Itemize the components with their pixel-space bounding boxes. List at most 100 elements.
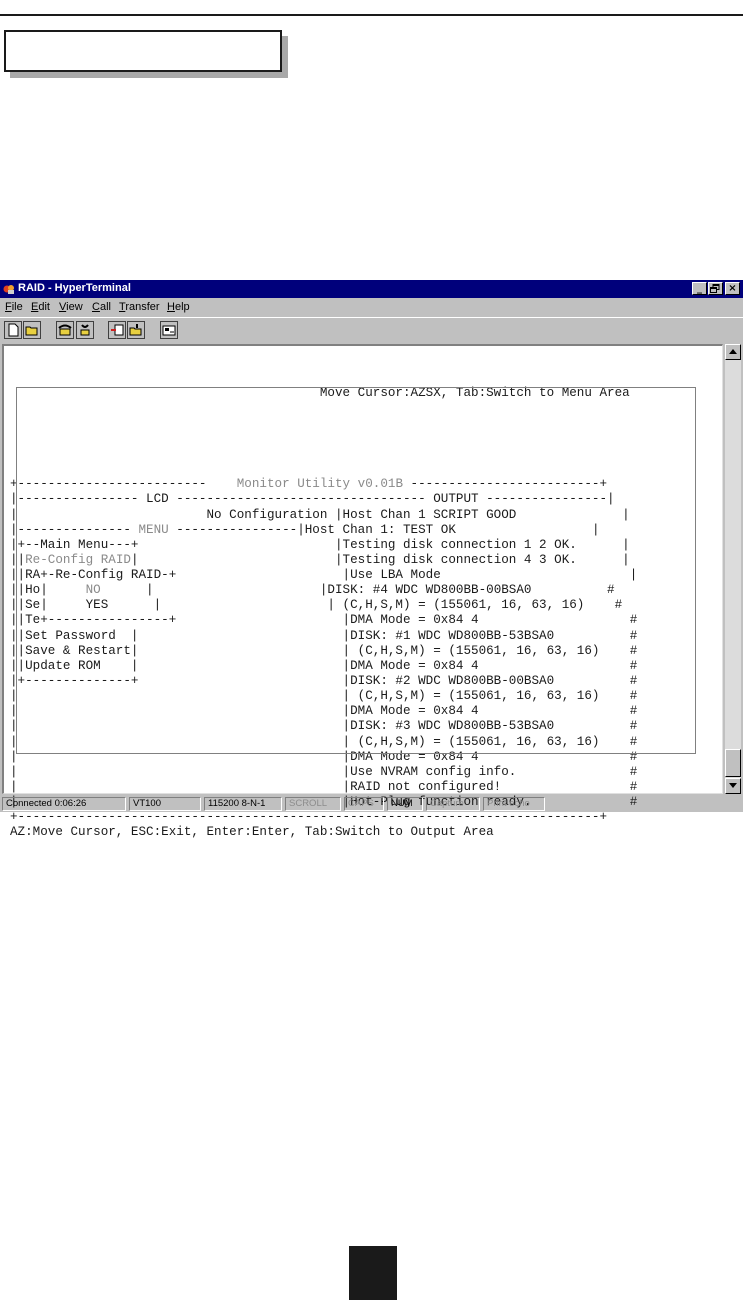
- properties-icon: [162, 325, 176, 336]
- terminal-text: | |DMA Mode = 0x84 4 #: [10, 704, 638, 719]
- menu-bar: File Edit View Call Transfer Help: [0, 299, 743, 316]
- connect-button[interactable]: [56, 321, 74, 339]
- properties-button[interactable]: [160, 321, 178, 339]
- terminal-text: +---------------------------------------…: [10, 810, 608, 825]
- toolbar: [0, 317, 743, 343]
- terminal-line: | |Use NVRAM config info. #: [10, 765, 637, 780]
- terminal-text: |+--Main Menu---+ |Testing disk connecti…: [10, 537, 630, 552]
- terminal-line: AZ:Move Cursor, ESC:Exit, Enter:Enter, T…: [10, 825, 637, 840]
- terminal-line: | |DMA Mode = 0x84 4 #: [10, 704, 637, 719]
- terminal-line: +---------------------------------------…: [10, 810, 637, 825]
- terminal-line: ||Te+----------------+ |DMA Mode = 0x84 …: [10, 613, 637, 628]
- terminal-line: ||Ho| NO | |DISK: #4 WDC WD800BB-00BSA0 …: [10, 583, 637, 598]
- scroll-thumb[interactable]: [725, 749, 741, 777]
- status-port-settings: 115200 8-N-1: [204, 797, 282, 811]
- close-button[interactable]: ×: [725, 282, 740, 295]
- terminal-line: | | (C,H,S,M) = (155061, 16, 63, 16) #: [10, 689, 637, 704]
- send-button[interactable]: [108, 321, 126, 339]
- status-print-echo: Print echo: [483, 797, 545, 811]
- menu-help[interactable]: Help: [167, 301, 190, 313]
- terminal-line: | No Configuration |Host Chan 1 SCRIPT G…: [10, 508, 637, 523]
- new-button[interactable]: [4, 321, 22, 339]
- status-caps: CAPS: [344, 797, 384, 811]
- new-icon: [8, 323, 19, 337]
- terminal-line: | |DMA Mode = 0x84 4 #: [10, 750, 637, 765]
- arrow-up-icon: [729, 349, 737, 354]
- terminal-line: ||Se| YES | | (C,H,S,M) = (155061, 16, 6…: [10, 598, 637, 613]
- terminal-text: ----------------|Host Chan 1: TEST OK |: [168, 522, 600, 537]
- window-title: RAID - HyperTerminal: [18, 282, 131, 294]
- terminal-text: | |Testing disk connection 4 3 OK. |: [130, 552, 630, 567]
- terminal-line: +------------------------- Monitor Utili…: [10, 477, 637, 492]
- page-number-tab: [349, 1246, 397, 1300]
- terminal-line: |--------------- MENU ----------------|H…: [10, 523, 637, 538]
- terminal-line: ||Update ROM | |DMA Mode = 0x84 4 #: [10, 659, 637, 674]
- restore-icon: [710, 284, 720, 293]
- status-scroll: SCROLL: [285, 797, 341, 811]
- terminal-line: ||Save & Restart| | (C,H,S,M) = (155061,…: [10, 644, 637, 659]
- terminal-line: | |RAID not configured! #: [10, 780, 637, 795]
- arrow-down-icon: [729, 783, 737, 788]
- terminal-text: |---------------- LCD ------------------…: [10, 492, 615, 507]
- terminal-text: | |DISK: #4 WDC WD800BB-00BSA0 #: [100, 583, 615, 598]
- terminal-text: +-------------------------: [10, 477, 237, 492]
- terminal-text: ||Save & Restart| | (C,H,S,M) = (155061,…: [10, 643, 638, 658]
- terminal-text: ||: [10, 552, 26, 567]
- terminal-line: ||RA+-Re-Config RAID-+ |Use LBA Mode |: [10, 568, 637, 583]
- connect-icon: [58, 324, 72, 336]
- terminal-dim-text: MENU: [138, 522, 169, 537]
- send-icon: [111, 324, 124, 336]
- terminal-dim-text: Re-Config RAID: [25, 552, 131, 567]
- open-icon: [25, 326, 38, 336]
- terminal-text: |---------------: [10, 522, 139, 537]
- scroll-up-button[interactable]: [725, 344, 741, 360]
- status-bar: Connected 0:06:26 VT100 115200 8-N-1 SCR…: [0, 796, 743, 812]
- terminal-area[interactable]: Move Cursor:AZSX, Tab:Switch to Menu Are…: [2, 344, 723, 839]
- terminal-text: | |DISK: #3 WDC WD800BB-53BSA0 #: [10, 719, 638, 734]
- terminal-screen: Move Cursor:AZSX, Tab:Switch to Menu Are…: [10, 356, 637, 871]
- terminal-text: |+--------------+ |DISK: #2 WDC WD800BB-…: [10, 674, 638, 689]
- disconnect-button[interactable]: [76, 321, 94, 339]
- hyperterminal-window: RAID - HyperTerminal _ × File Edit View …: [0, 280, 743, 839]
- terminal-text: | |RAID not configured! #: [10, 780, 638, 795]
- menu-call[interactable]: Call: [92, 301, 111, 313]
- receive-button[interactable]: [127, 321, 145, 339]
- terminal-hint-top: Move Cursor:AZSX, Tab:Switch to Menu Are…: [10, 386, 630, 401]
- menu-file[interactable]: File: [5, 301, 23, 313]
- section-label-box: [4, 30, 282, 72]
- status-capture: Capture: [426, 797, 480, 811]
- terminal-text: ||Ho|: [10, 583, 86, 598]
- terminal-text: AZ:Move Cursor, ESC:Exit, Enter:Enter, T…: [10, 825, 494, 840]
- restore-button[interactable]: [708, 282, 723, 295]
- terminal-text: | | (C,H,S,M) = (155061, 16, 63, 16) #: [10, 734, 638, 749]
- status-connected-time: Connected 0:06:26: [2, 797, 126, 811]
- terminal-text: -------------------------+: [403, 477, 608, 492]
- open-button[interactable]: [23, 321, 41, 339]
- terminal-text: ||Update ROM | |DMA Mode = 0x84 4 #: [10, 658, 638, 673]
- terminal-text: ||Te+----------------+ |DMA Mode = 0x84 …: [10, 613, 638, 628]
- terminal-dim-text: Monitor Utility v0.01B: [236, 477, 403, 492]
- terminal-text: | No Configuration |Host Chan 1 SCRIPT G…: [10, 507, 630, 522]
- title-bar[interactable]: RAID - HyperTerminal _ ×: [0, 280, 743, 298]
- terminal-line: | | (C,H,S,M) = (155061, 16, 63, 16) #: [10, 735, 637, 750]
- minimize-button[interactable]: _: [692, 282, 707, 295]
- terminal-line: ||Re-Config RAID| |Testing disk connecti…: [10, 553, 637, 568]
- disconnect-icon: [80, 324, 90, 336]
- terminal-text: ||Set Password | |DISK: #1 WDC WD800BB-5…: [10, 628, 638, 643]
- receive-icon: [129, 324, 142, 336]
- scroll-down-button[interactable]: [725, 778, 741, 794]
- terminal-text: ||RA+-Re-Config RAID-+ |Use LBA Mode |: [10, 568, 638, 583]
- terminal-text: | | (C,H,S,M) = (155061, 16, 63, 16) #: [10, 689, 638, 704]
- vertical-scrollbar[interactable]: [725, 344, 741, 794]
- terminal-rows: +------------------------- Monitor Utili…: [10, 477, 637, 840]
- menu-view[interactable]: View: [59, 301, 83, 313]
- hyperterminal-app-icon: [3, 285, 14, 294]
- terminal-text: | |DMA Mode = 0x84 4 #: [10, 749, 638, 764]
- menu-transfer[interactable]: Transfer: [119, 301, 160, 313]
- terminal-line: |+--------------+ |DISK: #2 WDC WD800BB-…: [10, 674, 637, 689]
- terminal-line: |+--Main Menu---+ |Testing disk connecti…: [10, 538, 637, 553]
- menu-edit[interactable]: Edit: [31, 301, 50, 313]
- terminal-text: | |Use NVRAM config info. #: [10, 764, 638, 779]
- status-num: NUM: [387, 797, 423, 811]
- page-header-rule: [0, 14, 743, 16]
